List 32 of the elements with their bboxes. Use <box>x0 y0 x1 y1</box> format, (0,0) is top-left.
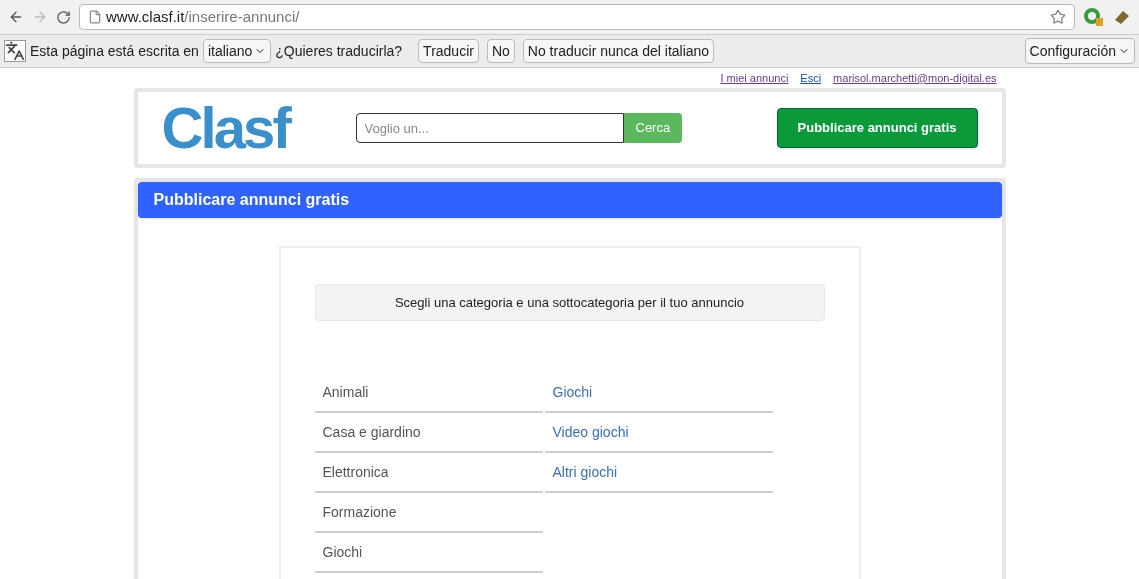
post-ad-button[interactable]: Pubblicare annunci gratis <box>776 108 978 148</box>
user-link[interactable]: I miei annunci <box>720 69 789 87</box>
translate-option-button[interactable]: No <box>486 39 515 63</box>
instruction-box: Scegli una categoria e una sottocategoria per il tuo annuncio <box>314 284 825 321</box>
translate-option-button[interactable]: No traducir nunca del italiano <box>522 39 715 63</box>
category-item[interactable]: Giochi <box>314 533 543 573</box>
user-link[interactable]: marisol.marchetti@mon-digital.es <box>833 69 997 87</box>
site-logo[interactable]: Clasf <box>161 99 332 157</box>
subcategory-link[interactable]: Altri giochi <box>544 453 773 493</box>
extension-icon[interactable] <box>1083 7 1105 27</box>
subcategory-link[interactable]: Giochi <box>544 373 773 413</box>
reload-icon[interactable] <box>56 9 71 25</box>
translate-option-button[interactable]: Traducir <box>418 39 479 63</box>
bookmark-star-icon[interactable] <box>1050 9 1066 25</box>
language-dropdown[interactable]: italiano <box>202 39 272 63</box>
address-bar[interactable]: www.clasf.it/inserire-annunci/ <box>79 4 1075 30</box>
user-link[interactable]: Esci <box>800 69 822 87</box>
subcategory-link[interactable]: Video giochi <box>544 413 773 453</box>
category-item[interactable]: Elettronica <box>314 453 543 493</box>
back-icon[interactable] <box>8 9 24 25</box>
translate-icon <box>4 40 26 62</box>
page-icon <box>88 10 102 24</box>
translate-question: ¿Quieres traducirla? <box>275 41 403 61</box>
category-item[interactable]: Formazione <box>314 493 543 533</box>
category-item[interactable]: Animali <box>314 373 543 413</box>
translate-message: Esta página está escrita en <box>30 41 199 61</box>
settings-dropdown[interactable]: Configuración <box>1024 38 1135 64</box>
page-title-bar: Pubblicare annunci gratis <box>137 182 1002 218</box>
search-field[interactable]: Voglio un... <box>355 113 624 143</box>
extension-icon[interactable] <box>1113 8 1131 26</box>
url-text: www.clasf.it/inserire-annunci/ <box>106 6 300 27</box>
category-item[interactable]: Casa e giardino <box>314 413 543 453</box>
